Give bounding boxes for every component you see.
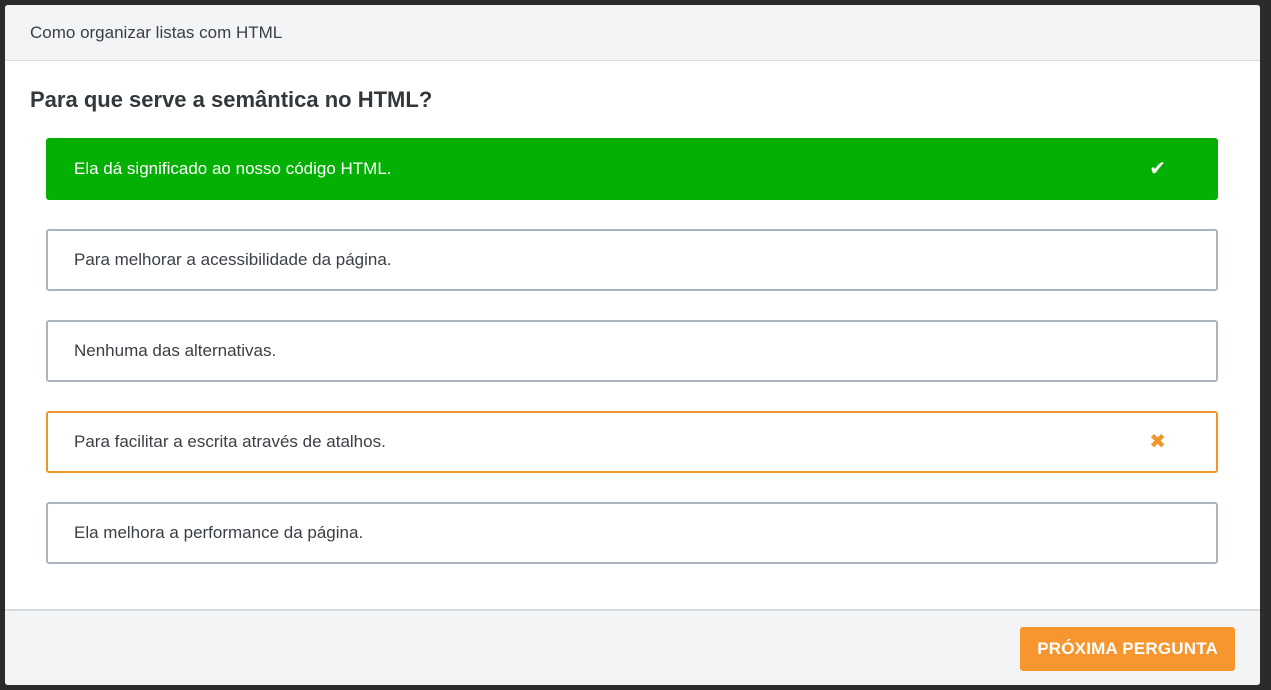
answer-option-label: Para facilitar a escrita através de atal… bbox=[74, 432, 386, 451]
question-title: Para que serve a semântica no HTML? bbox=[30, 87, 433, 112]
answer-option-2[interactable]: Para melhorar a acessibilidade da página… bbox=[46, 229, 1218, 291]
close-icon: ✖ bbox=[1149, 431, 1166, 453]
answer-option-4[interactable]: Para facilitar a escrita através de atal… bbox=[46, 411, 1218, 473]
course-title: Como organizar listas com HTML bbox=[30, 22, 283, 42]
quiz-modal: Como organizar listas com HTML Para que … bbox=[5, 5, 1260, 685]
answer-option-1[interactable]: Ela dá significado ao nosso código HTML.… bbox=[46, 138, 1218, 200]
next-question-button[interactable]: PRÓXIMA PERGUNTA bbox=[1020, 627, 1235, 671]
answer-option-label: Para melhorar a acessibilidade da página… bbox=[74, 250, 392, 269]
answer-option-label: Nenhuma das alternativas. bbox=[74, 341, 277, 360]
answer-option-5[interactable]: Ela melhora a performance da página. bbox=[46, 502, 1218, 564]
answer-option-label: Ela dá significado ao nosso código HTML. bbox=[74, 159, 392, 178]
modal-footer: PRÓXIMA PERGUNTA bbox=[5, 609, 1260, 685]
answer-options: Ela dá significado ao nosso código HTML.… bbox=[46, 138, 1218, 593]
modal-header: Como organizar listas com HTML bbox=[5, 5, 1260, 61]
answer-option-label: Ela melhora a performance da página. bbox=[74, 523, 364, 542]
check-icon: ✔ bbox=[1149, 158, 1166, 180]
answer-option-3[interactable]: Nenhuma das alternativas. bbox=[46, 320, 1218, 382]
